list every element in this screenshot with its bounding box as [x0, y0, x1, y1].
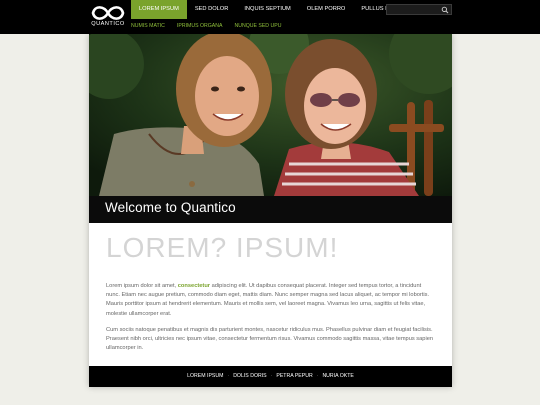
nav-item-sed-dolor[interactable]: SED DOLOR — [187, 0, 237, 19]
paragraph-2: Cum sociis natoque penatibus et magnis d… — [106, 327, 434, 352]
main-nav: LOREM IPSUM SED DOLOR INQUIS SEPTIUM OLE… — [131, 0, 416, 19]
footer-link-dolis-doris[interactable]: DOLIS DORIS — [233, 373, 266, 379]
nav-item-olem-porro[interactable]: OLEM PORRO — [299, 0, 354, 19]
footer-link-petra-pepur[interactable]: PETRA PEPUR — [276, 373, 312, 379]
paragraph-1-start: Lorem ipsum dolor sit amet, — [106, 283, 178, 289]
top-bar: QUANTICO LOREM IPSUM SED DOLOR INQUIS SE… — [0, 0, 540, 34]
search-box — [386, 4, 452, 15]
content-page: Welcome to Quantico LOREM? IPSUM! Lorem … — [89, 34, 452, 387]
footer-separator: · — [227, 373, 230, 379]
nav-item-lorem-ipsum[interactable]: LOREM IPSUM — [131, 0, 187, 19]
search-input[interactable] — [387, 5, 445, 14]
subnav-item-numis-matic[interactable]: NUMIS MATIC — [131, 19, 165, 34]
subnav-item-iprimus-organa[interactable]: IPRIMUS ORGANA — [177, 19, 223, 34]
footer-link-nuria-okte[interactable]: NURIA OKTE — [322, 373, 353, 379]
hero-image — [89, 34, 452, 196]
consectetur-link[interactable]: consectetur — [178, 283, 210, 289]
footer-links: LOREM IPSUM · DOLIS DORIS · PETRA PEPUR · NURI… — [89, 366, 452, 387]
subnav-item-nunque-sed-upu[interactable]: NUNQUE SED UPU — [234, 19, 281, 34]
nav-item-inquis-septium[interactable]: INQUIS SEPTIUM — [236, 0, 298, 19]
footer-separator: · — [270, 373, 273, 379]
hero-caption: Welcome to Quantico — [105, 200, 236, 215]
page-headline: LOREM? IPSUM! — [106, 232, 339, 263]
search-icon[interactable] — [441, 6, 449, 14]
paragraph-1: Lorem ipsum dolor sit amet, consectetur … — [106, 282, 436, 319]
logo-text: QUANTICO — [91, 21, 125, 27]
footer-link-lorem-ipsum[interactable]: LOREM IPSUM — [187, 373, 223, 379]
footer-bar: LOREM IPSUM · DOLIS DORIS · PETRA PEPUR · NURI… — [89, 366, 452, 387]
hero-caption-bar: Welcome to Quantico — [89, 196, 452, 223]
sub-nav: NUMIS MATIC IPRIMUS ORGANA NUNQUE SED UP… — [131, 19, 293, 34]
footer-separator: · — [316, 373, 319, 379]
